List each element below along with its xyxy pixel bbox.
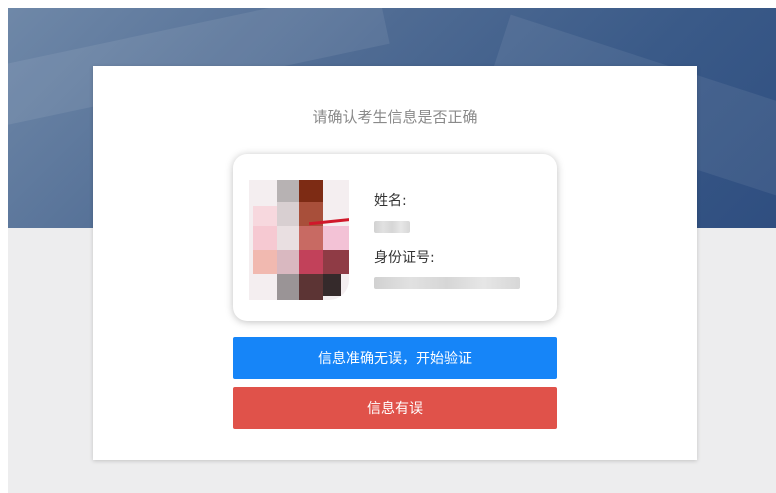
candidate-info-card: 姓名: 身份证号: (233, 154, 557, 321)
candidate-photo (249, 180, 349, 300)
id-number-value-masked (374, 277, 520, 289)
name-value-masked (374, 221, 410, 233)
confirm-info-dialog: 请确认考生信息是否正确 姓名: 身份证号: 信息准确无误，开始验证 信息有误 (93, 66, 697, 460)
info-incorrect-button[interactable]: 信息有误 (233, 387, 557, 429)
confirm-start-verify-button[interactable]: 信息准确无误，开始验证 (233, 337, 557, 379)
dialog-title: 请确认考生信息是否正确 (312, 108, 478, 126)
id-number-label: 身份证号: (374, 250, 435, 266)
name-label: 姓名: (374, 193, 407, 209)
